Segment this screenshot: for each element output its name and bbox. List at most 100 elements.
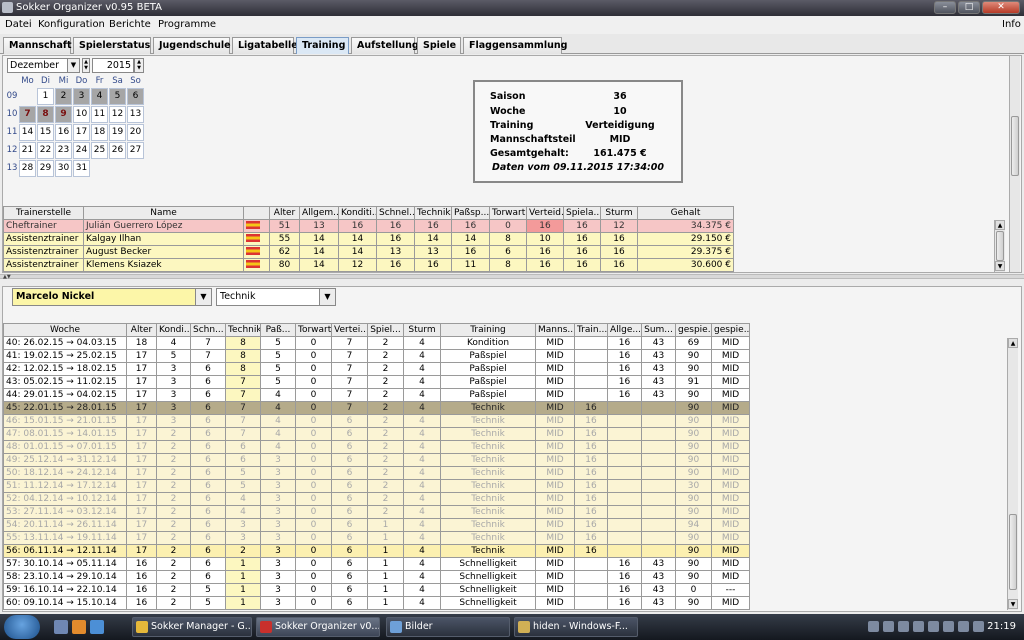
calendar-day[interactable]: 18 bbox=[91, 124, 108, 141]
grid-row[interactable]: 41: 19.02.15 → 25.02.15 17 5 7 8 5 0 7 2 4 Paßspie… bbox=[3, 349, 750, 363]
grid-column-header[interactable]: Training bbox=[440, 323, 536, 337]
year-spinner[interactable]: ▲ ▼ bbox=[134, 58, 144, 73]
chevron-down-icon[interactable]: ▼ bbox=[319, 289, 335, 305]
grid-row[interactable]: 40: 26.02.15 → 04.03.15 18 4 7 8 5 0 7 2 4 Konditi… bbox=[3, 336, 750, 350]
trainer-column-header[interactable]: Schnel... bbox=[376, 206, 415, 220]
calendar-day[interactable]: 1 bbox=[37, 88, 54, 105]
tray-icon[interactable] bbox=[943, 621, 954, 632]
browser-icon[interactable] bbox=[72, 620, 86, 634]
grid-row[interactable]: 58: 23.10.14 → 29.10.14 16 2 6 1 3 0 6 1 4 Schnell… bbox=[3, 570, 750, 584]
grid-row[interactable]: 59: 16.10.14 → 22.10.14 16 2 5 1 3 0 6 1 4 Schnell… bbox=[3, 583, 750, 597]
calendar-day[interactable]: 10 bbox=[73, 106, 90, 123]
trainer-column-header[interactable]: Sturm bbox=[600, 206, 638, 220]
calendar-day[interactable]: 20 bbox=[127, 124, 144, 141]
tab-jugendschule[interactable]: Jugendschule bbox=[153, 37, 231, 54]
trainer-column-header[interactable]: Alter bbox=[269, 206, 300, 220]
grid-row[interactable]: 50: 18.12.14 → 24.12.14 17 2 6 5 3 0 6 2 4 Technik… bbox=[3, 466, 750, 480]
grid-row[interactable]: 52: 04.12.14 → 10.12.14 17 2 6 4 3 0 6 2 4 Technik… bbox=[3, 492, 750, 506]
trainer-row[interactable]: Assistenztrainer Klemens Ksiazek 80 14 12 16 1… bbox=[3, 258, 734, 272]
calendar-day[interactable]: 15 bbox=[37, 124, 54, 141]
calendar-day[interactable]: 25 bbox=[91, 142, 108, 159]
volume-icon[interactable] bbox=[973, 621, 984, 632]
start-button[interactable] bbox=[4, 615, 40, 639]
grid-row[interactable]: 49: 25.12.14 → 31.12.14 17 2 6 6 3 0 6 2 4 Technik… bbox=[3, 453, 750, 467]
trainer-column-header[interactable]: Spiela... bbox=[563, 206, 601, 220]
scroll-down-icon[interactable]: ▼ bbox=[995, 261, 1005, 271]
grid-column-header[interactable]: gespie... bbox=[675, 323, 712, 337]
menu-programme[interactable]: Programme bbox=[158, 19, 216, 30]
calendar-day[interactable]: 11 bbox=[91, 106, 108, 123]
calendar-day[interactable]: 24 bbox=[73, 142, 90, 159]
show-desktop-icon[interactable] bbox=[54, 620, 68, 634]
tray-icon[interactable] bbox=[868, 621, 879, 632]
network-icon[interactable] bbox=[958, 621, 969, 632]
month-spinner[interactable]: ▲ ▼ bbox=[82, 58, 90, 73]
scroll-thumb[interactable] bbox=[996, 231, 1004, 261]
trainer-row[interactable]: Cheftrainer Julián Guerrero López 51 13 16 16… bbox=[3, 219, 734, 233]
taskbar-item-hiden[interactable]: hiden - Windows-F... bbox=[514, 617, 638, 637]
tray-icon[interactable] bbox=[928, 621, 939, 632]
grid-row[interactable]: 47: 08.01.15 → 14.01.15 17 2 6 7 4 0 6 2 4 Technik… bbox=[3, 427, 750, 441]
calendar-day[interactable]: 6 bbox=[127, 88, 144, 105]
trainer-column-header[interactable]: Allgem... bbox=[299, 206, 339, 220]
trainer-column-header[interactable]: Torwart bbox=[489, 206, 527, 220]
grid-row[interactable]: 54: 20.11.14 → 26.11.14 17 2 6 3 3 0 6 1 4 Technik… bbox=[3, 518, 750, 532]
grid-column-header[interactable]: Manns... bbox=[535, 323, 575, 337]
grid-column-header[interactable]: Train... bbox=[574, 323, 608, 337]
grid-row[interactable]: 56: 06.11.14 → 12.11.14 17 2 6 2 3 0 6 1 4 Technik… bbox=[3, 544, 750, 558]
explorer-icon[interactable] bbox=[90, 620, 104, 634]
grid-row[interactable]: 42: 12.02.15 → 18.02.15 17 3 6 8 5 0 7 2 4 Paßspie… bbox=[3, 362, 750, 376]
tab-ligatabelle[interactable]: Ligatabelle bbox=[232, 37, 298, 54]
calendar-day[interactable]: 12 bbox=[109, 106, 126, 123]
grid-row[interactable]: 48: 01.01.15 → 07.01.15 17 2 6 6 4 0 6 2 4 Technik… bbox=[3, 440, 750, 454]
minimize-button[interactable]: – bbox=[934, 1, 956, 14]
trainer-scrollbar[interactable]: ▲ ▼ bbox=[994, 220, 1005, 272]
skill-select[interactable]: Technik ▼ bbox=[216, 288, 336, 306]
grid-row[interactable]: 53: 27.11.14 → 03.12.14 17 2 6 4 3 0 6 2 4 Technik… bbox=[3, 505, 750, 519]
tab-aufstellung[interactable]: Aufstellung bbox=[351, 37, 419, 54]
grid-column-header[interactable]: Kondi... bbox=[156, 323, 191, 337]
calendar-day[interactable]: 4 bbox=[91, 88, 108, 105]
calendar-day[interactable]: 19 bbox=[109, 124, 126, 141]
menu-datei[interactable]: Datei bbox=[5, 19, 32, 30]
grid-row[interactable]: 45: 22.01.15 → 28.01.15 17 3 6 7 4 0 7 2 4 Technik… bbox=[3, 401, 750, 415]
scroll-down-icon[interactable]: ▼ bbox=[1008, 599, 1018, 609]
calendar-day[interactable]: 26 bbox=[109, 142, 126, 159]
calendar-day[interactable]: 2 bbox=[55, 88, 72, 105]
tab-spiele[interactable]: Spiele bbox=[417, 37, 461, 54]
trainer-column-header[interactable]: Technik bbox=[414, 206, 452, 220]
trainer-column-header[interactable]: Konditi... bbox=[338, 206, 377, 220]
grid-row[interactable]: 43: 05.02.15 → 11.02.15 17 3 6 7 5 0 7 2 4 Paßspie… bbox=[3, 375, 750, 389]
grid-column-header[interactable]: Sum... bbox=[641, 323, 676, 337]
taskbar-item-bilder[interactable]: Bilder bbox=[386, 617, 510, 637]
grid-row[interactable]: 44: 29.01.15 → 04.02.15 17 3 6 7 4 0 7 2 4 Paßspie… bbox=[3, 388, 750, 402]
grid-column-header[interactable]: Technik bbox=[225, 323, 261, 337]
grid-row[interactable]: 57: 30.10.14 → 05.11.14 16 2 6 1 3 0 6 1 4 Schnell… bbox=[3, 557, 750, 571]
calendar-day[interactable]: 3 bbox=[73, 88, 90, 105]
calendar-day[interactable]: 28 bbox=[19, 160, 36, 177]
trainer-column-header[interactable]: Paßsp... bbox=[451, 206, 490, 220]
tray-icon[interactable] bbox=[898, 621, 909, 632]
scroll-up-icon[interactable]: ▲ bbox=[1008, 338, 1018, 348]
grid-column-header[interactable]: Vertei... bbox=[331, 323, 368, 337]
calendar-day[interactable]: 22 bbox=[37, 142, 54, 159]
calendar-day[interactable]: 14 bbox=[19, 124, 36, 141]
tab-flaggensammlung[interactable]: Flaggensammlung bbox=[463, 37, 567, 54]
menu-konfiguration[interactable]: Konfiguration bbox=[38, 19, 105, 30]
trainer-column-header[interactable]: Trainerstelle bbox=[3, 206, 84, 220]
tab-mannschaft[interactable]: Mannschaft bbox=[3, 37, 72, 54]
trainer-column-header[interactable]: Gehalt bbox=[637, 206, 734, 220]
year-field[interactable]: 2015 bbox=[92, 58, 134, 73]
grid-column-header[interactable]: Paß... bbox=[260, 323, 296, 337]
grid-column-header[interactable]: Sturm bbox=[403, 323, 441, 337]
trainer-row[interactable]: Assistenztrainer Kalgay Ilhan 55 14 14 16 14 14… bbox=[3, 232, 734, 246]
taskbar-item-sokker-organizer[interactable]: Sokker Organizer v0.... bbox=[256, 617, 380, 637]
grid-row[interactable]: 60: 09.10.14 → 15.10.14 16 2 5 1 3 0 6 1 4 Schnell… bbox=[3, 596, 750, 610]
tab-training[interactable]: Training bbox=[296, 37, 349, 54]
taskbar-item-sokker-manager[interactable]: Sokker Manager - G... bbox=[132, 617, 252, 637]
split-pane-divider[interactable]: ▲▼ bbox=[0, 274, 1024, 280]
maximize-button[interactable]: □ bbox=[958, 1, 980, 14]
calendar-day[interactable]: 9 bbox=[55, 106, 72, 123]
calendar-day[interactable]: 21 bbox=[19, 142, 36, 159]
trainer-column-header[interactable]: Name bbox=[83, 206, 244, 220]
